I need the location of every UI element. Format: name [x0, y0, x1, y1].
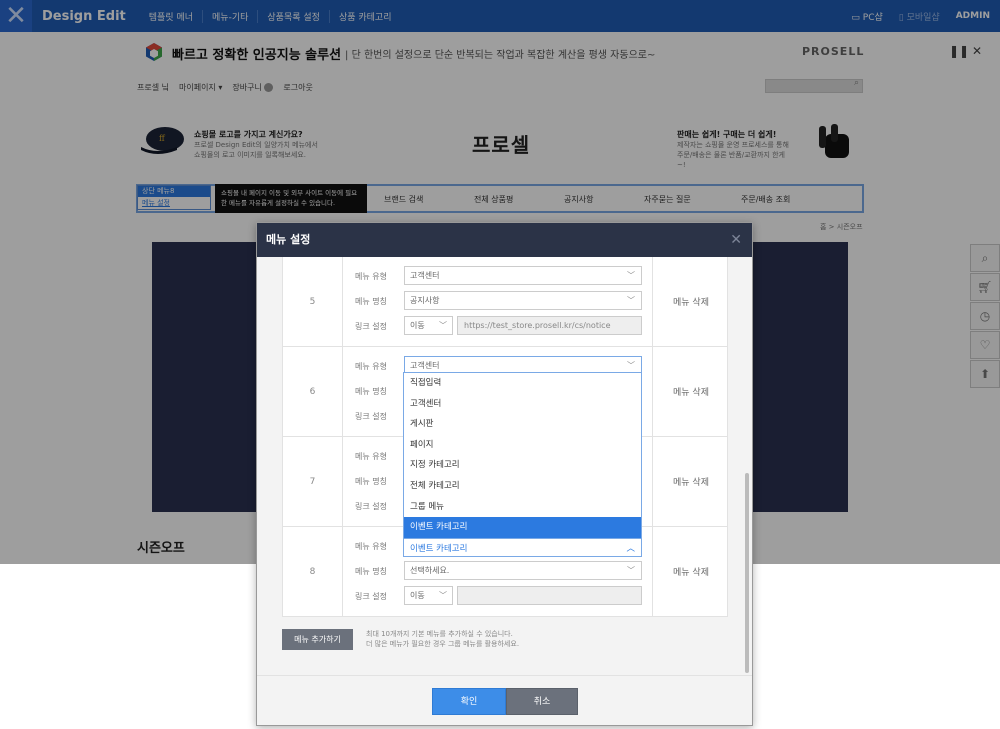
dropdown-option[interactable]: 직접입력 — [404, 373, 641, 394]
dropdown-option[interactable]: 페이지 — [404, 435, 641, 456]
name-label: 메뉴 명칭 — [355, 477, 387, 486]
dropdown-option[interactable]: 고객센터 — [404, 394, 641, 415]
menu-type-dropdown[interactable]: 직접입력 고객센터 게시판 페이지 지정 카테고리 전체 카테고리 그룹 메뉴 … — [403, 372, 642, 557]
dropdown-option[interactable]: 지정 카테고리 — [404, 455, 641, 476]
modal-title: 메뉴 설정 — [266, 233, 311, 246]
chevron-down-icon: ﹀ — [627, 566, 635, 575]
name-label: 메뉴 명칭 — [355, 567, 387, 576]
link-url-field[interactable] — [457, 586, 642, 605]
link-label: 링크 설정 — [355, 502, 387, 511]
chevron-down-icon: ﹀ — [627, 271, 635, 280]
modal-close-icon[interactable]: ✕ — [730, 223, 742, 257]
type-label: 메뉴 유형 — [355, 272, 387, 281]
dropdown-option[interactable]: 그룹 메뉴 — [404, 497, 641, 518]
row-number: 7 — [283, 437, 343, 526]
menu-type-select[interactable]: 고객센터 ﹀ — [404, 266, 642, 285]
confirm-button[interactable]: 확인 — [432, 688, 506, 715]
row-fields: 메뉴 유형 고객센터 ﹀ 메뉴 명칭 공지사항 ﹀ 링크 설정 이동 ﹀ https:… — [343, 257, 653, 346]
row-number: 5 — [283, 257, 343, 346]
dropdown-option[interactable]: 게시판 — [404, 414, 641, 435]
modal-footer: 확인 취소 — [257, 675, 752, 725]
delete-menu-button[interactable]: 메뉴 삭제 — [653, 437, 729, 526]
delete-menu-button[interactable]: 메뉴 삭제 — [653, 257, 729, 346]
chevron-up-icon: ︿ — [626, 543, 635, 554]
name-label: 메뉴 명칭 — [355, 297, 387, 306]
link-label: 링크 설정 — [355, 592, 387, 601]
chevron-down-icon: ﹀ — [439, 591, 447, 600]
link-label: 링크 설정 — [355, 322, 387, 331]
dropdown-option-highlighted[interactable]: 이벤트 카테고리 — [404, 517, 641, 538]
cancel-button[interactable]: 취소 — [506, 688, 578, 715]
delete-menu-button[interactable]: 메뉴 삭제 — [653, 527, 729, 616]
menu-row: 5 메뉴 유형 고객센터 ﹀ 메뉴 명칭 공지사항 ﹀ 링크 설정 이동 ﹀ http… — [283, 257, 727, 347]
row-number: 8 — [283, 527, 343, 616]
link-mode-select[interactable]: 이동 ﹀ — [404, 316, 453, 335]
type-label: 메뉴 유형 — [355, 452, 387, 461]
dropdown-option[interactable]: 전체 카테고리 — [404, 476, 641, 497]
row-number: 6 — [283, 347, 343, 436]
add-menu-button[interactable]: 메뉴 추가하기 — [282, 629, 353, 650]
link-label: 링크 설정 — [355, 412, 387, 421]
modal-scrollbar[interactable] — [745, 473, 749, 673]
name-label: 메뉴 명칭 — [355, 387, 387, 396]
type-label: 메뉴 유형 — [355, 542, 387, 551]
menu-name-select[interactable]: 공지사항 ﹀ — [404, 291, 642, 310]
dropdown-selected-value[interactable]: 이벤트 카테고리 ︿ — [404, 537, 641, 559]
link-mode-select[interactable]: 이동 ﹀ — [404, 586, 453, 605]
modal-header: 메뉴 설정 ✕ — [257, 223, 752, 257]
delete-menu-button[interactable]: 메뉴 삭제 — [653, 347, 729, 436]
link-url-field[interactable]: https://test_store.prosell.kr/cs/notice — [457, 316, 642, 335]
chevron-down-icon: ﹀ — [627, 296, 635, 305]
chevron-down-icon: ﹀ — [439, 321, 447, 330]
type-label: 메뉴 유형 — [355, 362, 387, 371]
add-menu-note: 최대 10개까지 기본 메뉴를 추가하실 수 있습니다. 더 많은 메뉴가 필요… — [366, 630, 520, 648]
menu-name-select[interactable]: 선택하세요. ﹀ — [404, 561, 642, 580]
